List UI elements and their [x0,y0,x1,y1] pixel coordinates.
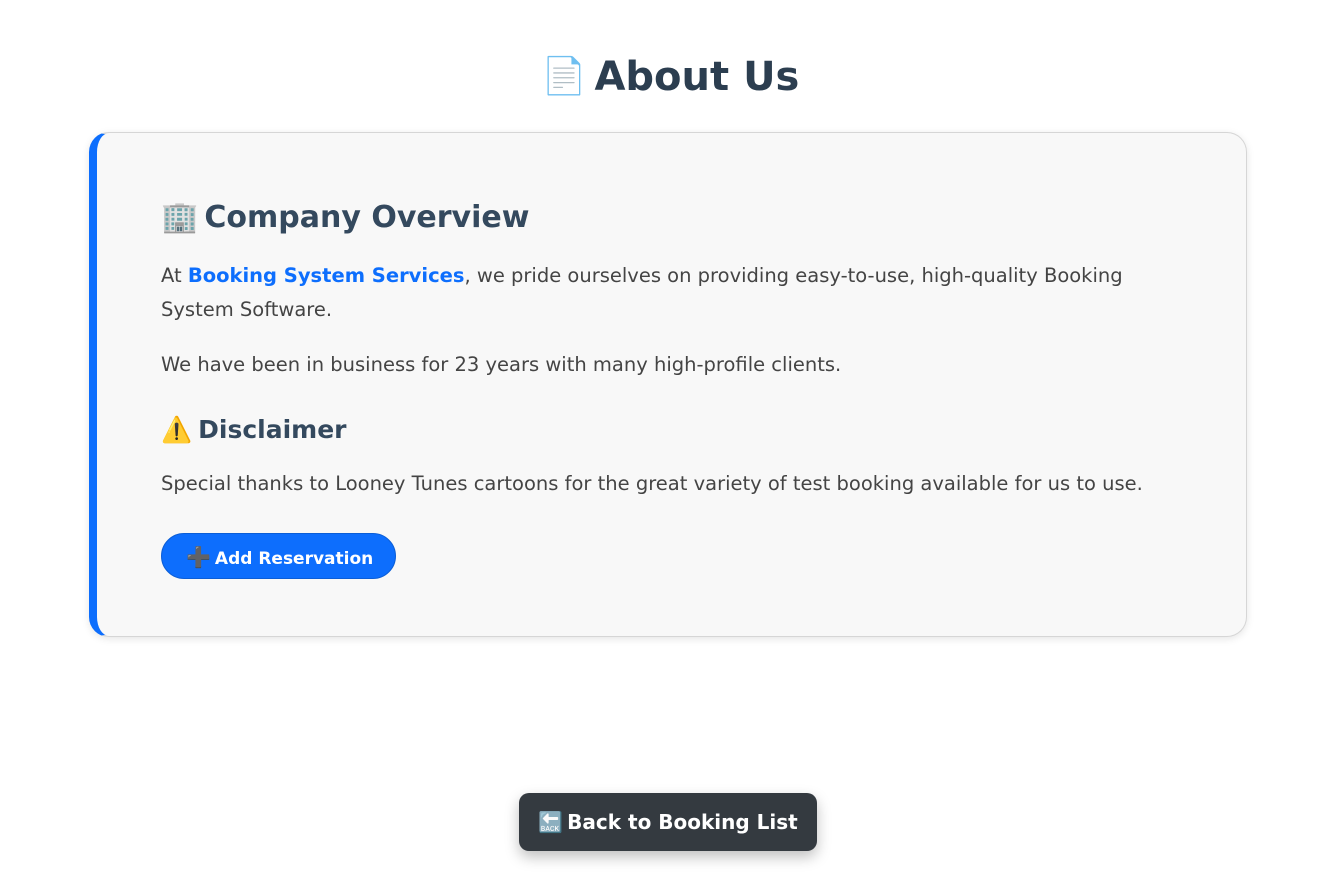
about-page: 📄 About Us 🏢 Company Overview At Booking S… [0,0,1341,888]
about-card-content: 🏢 Company Overview At Booking System Serv… [161,197,1186,579]
plus-icon: ➕ [186,545,211,569]
about-card: 🏢 Company Overview At Booking System Serv… [89,132,1247,637]
add-reservation-button[interactable]: ➕ Add Reservation [161,533,397,579]
overview-paragraph: At Booking System Services, we pride our… [161,259,1186,327]
company-overview-heading: 🏢 Company Overview [161,197,1186,239]
page-title: 📄 About Us [0,50,1341,104]
back-button-label: Back to Booking List [567,810,798,834]
page-title-text: About Us [594,54,800,100]
disclaimer-paragraph: Special thanks to Looney Tunes cartoons … [161,472,1143,495]
business-years-paragraph: We have been in business for 23 years wi… [161,353,842,376]
company-overview-title: Company Overview [204,200,530,235]
back-to-booking-list-button[interactable]: 🔙 Back to Booking List [519,793,817,851]
company-name-link[interactable]: Booking System Services [188,264,465,287]
overview-prefix: At [161,264,188,287]
office-building-icon: 🏢 [161,200,199,235]
disclaimer-title: Disclaimer [198,415,347,444]
warning-icon: ⚠️ [161,415,193,444]
back-arrow-icon: 🔙 [538,810,564,834]
document-icon: 📄 [541,56,587,97]
disclaimer-heading: ⚠️ Disclaimer [161,413,1186,447]
add-reservation-label: Add Reservation [214,549,374,569]
